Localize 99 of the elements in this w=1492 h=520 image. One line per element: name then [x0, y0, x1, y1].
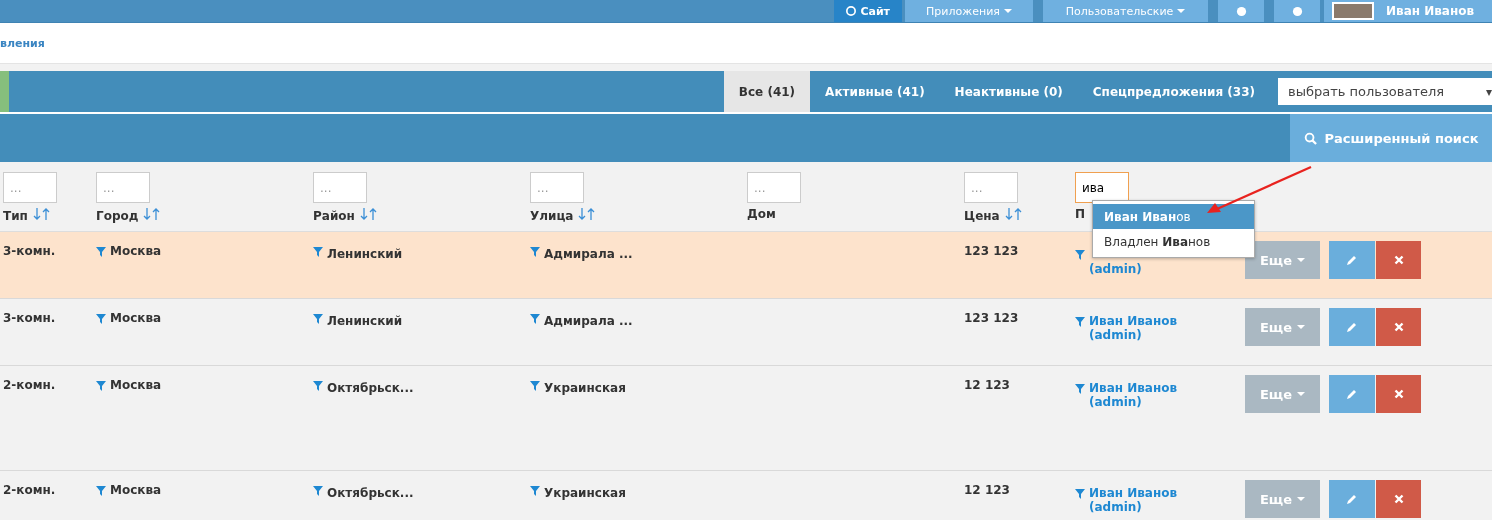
close-icon [1393, 389, 1404, 399]
filter-icon[interactable] [313, 486, 323, 496]
filter-input[interactable]: ... [964, 172, 1018, 203]
status-tab[interactable]: Все (41) [723, 71, 811, 112]
caret-icon [1003, 9, 1012, 13]
table-cell: 123 123 [964, 311, 1019, 325]
globe-button[interactable] [1218, 0, 1264, 22]
circle-icon [846, 6, 857, 16]
column-header: Цена [964, 208, 1000, 223]
dropdown-arrow-icon: ▾ [1485, 84, 1492, 99]
caret-icon [1297, 325, 1306, 329]
user-role-link[interactable]: (admin) [1089, 262, 1142, 276]
site-button[interactable]: Сайт [834, 0, 902, 22]
table-cell: 2-комн. [3, 483, 56, 497]
column-header: Район [313, 208, 355, 223]
avatar-placeholder [1332, 2, 1374, 20]
filter-input[interactable]: ... [747, 172, 801, 203]
filter-icon[interactable] [530, 314, 540, 324]
table-cell: Москва [110, 378, 162, 392]
user-name: Иван Иванов [1386, 4, 1475, 18]
breadcrumb-link[interactable]: вления [0, 36, 45, 50]
pencil-icon [1346, 321, 1358, 333]
column-header: П [1075, 207, 1086, 221]
close-icon [1393, 255, 1404, 265]
table-cell: 12 123 [964, 378, 1010, 392]
filter-icon[interactable] [96, 314, 106, 324]
user-link[interactable]: Иван Иванов [1089, 381, 1178, 395]
user-role-link[interactable]: (admin) [1089, 395, 1178, 409]
filter-icon[interactable] [313, 314, 323, 324]
filter-icon[interactable] [530, 486, 540, 496]
table-cell: 3-комн. [3, 244, 56, 258]
user-role-link[interactable]: (admin) [1089, 500, 1178, 514]
delete-button[interactable] [1376, 375, 1421, 413]
close-icon [1393, 494, 1404, 504]
status-tab[interactable]: Активные (41) [810, 71, 940, 112]
filter-icon[interactable] [96, 381, 106, 391]
table-cell: Адмирала ... [544, 314, 633, 328]
close-icon [1393, 322, 1404, 332]
table-cell: 123 123 [964, 244, 1019, 258]
column-header: Дом [747, 207, 776, 221]
filter-icon[interactable] [530, 247, 540, 257]
table-cell: Украинская [544, 486, 626, 500]
filter-icon[interactable] [96, 247, 106, 257]
user-link[interactable]: Иван Иванов [1089, 486, 1178, 500]
more-button[interactable]: Еще [1245, 308, 1320, 346]
table-cell: Октябрьск... [327, 381, 414, 395]
filter-icon[interactable] [96, 486, 106, 496]
user-link[interactable]: Иван Иванов [1089, 314, 1178, 328]
table-cell: Москва [110, 483, 162, 497]
user-select[interactable]: выбрать пользователя ▾ [1278, 78, 1492, 105]
nav-menu-button[interactable]: Пользовательские [1043, 0, 1208, 22]
search-icon [1303, 131, 1317, 145]
pencil-icon [1346, 493, 1358, 505]
filter-icon[interactable] [1075, 317, 1085, 327]
delete-button[interactable] [1376, 480, 1421, 518]
table-cell: Адмирала ... [544, 247, 633, 261]
status-tab[interactable]: Спецпредложения (33) [1077, 71, 1270, 112]
table-cell: 2-комн. [3, 378, 56, 392]
advanced-search-button[interactable]: Расширенный поиск [1290, 114, 1492, 162]
caret-icon [1297, 392, 1306, 396]
table-cell: Ленинский [327, 314, 403, 328]
table-cell: 12 123 [964, 483, 1010, 497]
filter-input[interactable]: ива [1075, 172, 1129, 203]
table-cell: Октябрьск... [327, 486, 414, 500]
table-cell: Москва [110, 311, 162, 325]
table-cell: Москва [110, 244, 162, 258]
delete-button[interactable] [1376, 241, 1421, 279]
more-button[interactable]: Еще [1245, 480, 1320, 518]
pencil-icon [1346, 388, 1358, 400]
table-cell: Украинская [544, 381, 626, 395]
filter-input[interactable]: ... [96, 172, 150, 203]
filter-icon[interactable] [1075, 384, 1085, 394]
column-header: Тип [3, 208, 28, 223]
pencil-icon [1346, 254, 1358, 266]
filter-icon[interactable] [313, 381, 323, 391]
filter-icon[interactable] [1075, 250, 1085, 260]
delete-button[interactable] [1376, 308, 1421, 346]
filter-input[interactable]: ... [3, 172, 57, 203]
filter-icon[interactable] [530, 381, 540, 391]
caret-icon [1177, 9, 1186, 13]
column-header: Город [96, 208, 139, 223]
caret-icon [1297, 497, 1306, 501]
autocomplete-option[interactable]: Иван Иванов [1093, 204, 1254, 229]
user-menu[interactable]: Иван Иванов [1324, 0, 1492, 22]
more-button[interactable]: Еще [1245, 241, 1320, 279]
table-cell: Ленинский [327, 247, 403, 261]
column-header: Улица [530, 208, 574, 223]
table-cell: 3-комн. [3, 311, 56, 325]
user-role-link[interactable]: (admin) [1089, 328, 1178, 342]
status-tab[interactable]: Неактивные (0) [939, 71, 1078, 112]
filter-icon[interactable] [313, 247, 323, 257]
filter-input[interactable]: ... [313, 172, 367, 203]
more-button[interactable]: Еще [1245, 375, 1320, 413]
filter-icon[interactable] [1075, 489, 1085, 499]
status-marker [0, 71, 9, 112]
caret-icon [1297, 258, 1306, 262]
filter-input[interactable]: ... [530, 172, 584, 203]
nav-menu-button[interactable]: Приложения [905, 0, 1033, 22]
help-button[interactable] [1274, 0, 1320, 22]
